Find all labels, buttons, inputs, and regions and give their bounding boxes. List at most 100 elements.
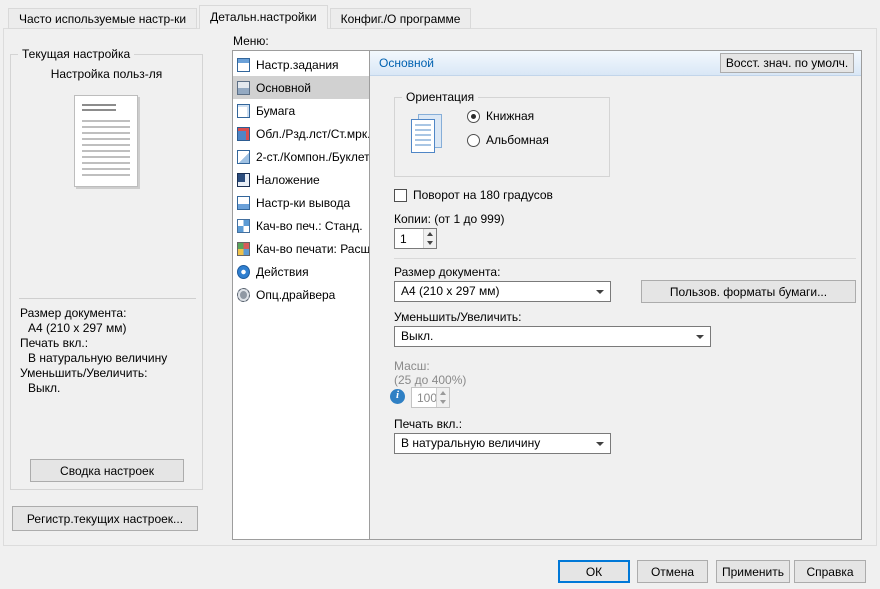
menu-item-label: Кач-во печ.: Станд. — [256, 219, 363, 233]
document-size-value: A4 (210 x 297 мм) — [401, 284, 500, 298]
printer-preferences-dialog: Часто используемые настр-ки Детальн.наст… — [0, 0, 880, 589]
landscape-radio-label: Альбомная — [486, 133, 549, 147]
orientation-group: Ориентация Книжная Альбомная — [394, 97, 610, 177]
settings-summary-button[interactable]: Сводка настроек — [30, 459, 184, 482]
menu-label: Меню: — [233, 34, 269, 48]
reduce-enlarge-value: Выкл. — [401, 329, 433, 343]
scale-label: Масш: — [394, 359, 430, 373]
scale-spinner-disabled: 100 — [411, 387, 450, 408]
reduce-enlarge-dropdown[interactable]: Выкл. — [394, 326, 711, 347]
menu-item-label: Действия — [256, 265, 309, 279]
summary-line: Уменьшить/Увеличить: — [20, 366, 167, 381]
portrait-radio-label: Книжная — [486, 109, 534, 123]
settings-summary-text: Размер документа: A4 (210 x 297 мм) Печа… — [20, 306, 167, 396]
menu-item-cover-separator-watermark[interactable]: Обл./Рзд.лст/Ст.мрк. — [233, 122, 369, 145]
current-settings-group: Текущая настройка Настройка польз-ля Раз… — [10, 54, 203, 490]
current-settings-group-title: Текущая настройка — [18, 47, 134, 61]
info-icon — [390, 389, 405, 404]
separator — [394, 258, 856, 259]
print-on-label: Печать вкл.: — [394, 417, 462, 431]
landscape-radio[interactable]: Альбомная — [467, 133, 549, 147]
radio-selected-icon — [467, 110, 480, 123]
separator — [19, 298, 196, 299]
menu-item-label: Кач-во печати: Расш. — [256, 242, 369, 256]
menu-item-print-quality-standard[interactable]: Кач-во печ.: Станд. — [233, 214, 369, 237]
document-size-label: Размер документа: — [394, 265, 500, 279]
spinner-buttons — [436, 388, 449, 407]
portrait-radio[interactable]: Книжная — [467, 109, 534, 123]
summary-line: A4 (210 x 297 мм) — [20, 321, 167, 336]
menu-item-label: Обл./Рзд.лст/Ст.мрк. — [256, 127, 369, 141]
tab-detailed-settings[interactable]: Детальн.настройки — [199, 5, 327, 29]
quality-standard-icon — [237, 219, 250, 233]
scale-value: 100 — [417, 391, 437, 405]
tab-config-about[interactable]: Конфиг./О программе — [330, 8, 472, 29]
menu-item-label: Наложение — [256, 173, 320, 187]
menu-item-duplex-layout-booklet[interactable]: 2-ст./Компон./Буклет — [233, 145, 369, 168]
rotate-180-label: Поворот на 180 градусов — [413, 188, 553, 202]
summary-line: В натуральную величину — [20, 351, 167, 366]
print-on-value: В натуральную величину — [401, 436, 540, 450]
summary-line: Выкл. — [20, 381, 167, 396]
document-preview-thumbnail — [74, 95, 138, 187]
job-settings-icon — [237, 58, 250, 72]
apply-button[interactable]: Применить — [716, 560, 790, 583]
restore-defaults-button[interactable]: Восст. знач. по умолч. — [720, 53, 854, 73]
menu-item-label: Основной — [256, 81, 311, 95]
ok-button[interactable]: ОК — [558, 560, 630, 583]
menu-item-output-settings[interactable]: Настр-ки вывода — [233, 191, 369, 214]
copies-spinner[interactable]: 1 — [394, 228, 437, 249]
menu-list: Настр.задания Основной Бумага Обл./Рзд.л… — [232, 50, 370, 540]
quality-advanced-icon — [237, 242, 250, 256]
portrait-page-icon — [411, 114, 447, 158]
gear-icon — [237, 288, 250, 302]
paper-icon — [237, 104, 250, 118]
radio-unselected-icon — [467, 134, 480, 147]
copies-value: 1 — [400, 232, 407, 246]
orientation-group-title: Ориентация — [402, 90, 478, 104]
panel-header: Основной Восст. знач. по умолч. — [370, 51, 861, 76]
duplex-layout-booklet-icon — [237, 150, 250, 164]
custom-paper-sizes-button[interactable]: Пользов. форматы бумаги... — [641, 280, 856, 303]
summary-line: Печать вкл.: — [20, 336, 167, 351]
reduce-enlarge-label: Уменьшить/Увеличить: — [394, 310, 522, 324]
menu-item-label: Бумага — [256, 104, 295, 118]
menu-item-driver-options[interactable]: Опц.драйвера — [233, 283, 369, 306]
spin-up-button[interactable] — [424, 229, 436, 239]
menu-item-label: Настр.задания — [256, 58, 339, 72]
cancel-button[interactable]: Отмена — [637, 560, 708, 583]
tab-bar: Часто используемые настр-ки Детальн.наст… — [8, 5, 473, 29]
menu-item-print-quality-advanced[interactable]: Кач-во печати: Расш. — [233, 237, 369, 260]
actions-icon — [237, 265, 250, 279]
menu-item-label: Настр-ки вывода — [256, 196, 350, 210]
tab-frequently-used-settings[interactable]: Часто используемые настр-ки — [8, 8, 197, 29]
scale-range-label: (25 до 400%) — [394, 373, 466, 387]
panel-title: Основной — [379, 56, 434, 70]
output-settings-icon — [237, 196, 250, 210]
help-button[interactable]: Справка — [794, 560, 866, 583]
print-on-dropdown[interactable]: В натуральную величину — [394, 433, 611, 454]
menu-item-basic[interactable]: Основной — [233, 76, 369, 99]
menu-item-job-settings[interactable]: Настр.задания — [233, 53, 369, 76]
menu-item-label: Опц.драйвера — [256, 288, 335, 302]
spin-up-button — [437, 388, 449, 398]
spin-down-button — [437, 398, 449, 408]
summary-line: Размер документа: — [20, 306, 167, 321]
cover-separator-watermark-icon — [237, 127, 250, 141]
chevron-down-icon — [696, 335, 704, 339]
chevron-down-icon — [596, 290, 604, 294]
copies-label: Копии: (от 1 до 999) — [394, 212, 505, 226]
spinner-buttons — [423, 229, 436, 248]
register-current-settings-button[interactable]: Регистр.текущих настроек... — [12, 506, 198, 531]
menu-item-actions[interactable]: Действия — [233, 260, 369, 283]
basic-settings-icon — [237, 81, 250, 95]
menu-item-paper[interactable]: Бумага — [233, 99, 369, 122]
spin-down-button[interactable] — [424, 239, 436, 249]
profile-name: Настройка польз-ля — [11, 67, 202, 81]
menu-item-label: 2-ст./Компон./Буклет — [256, 150, 369, 164]
rotate-180-checkbox[interactable]: Поворот на 180 градусов — [394, 188, 553, 202]
basic-settings-panel: Основной Восст. знач. по умолч. Ориентац… — [369, 50, 862, 540]
menu-item-overlay[interactable]: Наложение — [233, 168, 369, 191]
document-size-dropdown[interactable]: A4 (210 x 297 мм) — [394, 281, 611, 302]
overlay-icon — [237, 173, 250, 187]
